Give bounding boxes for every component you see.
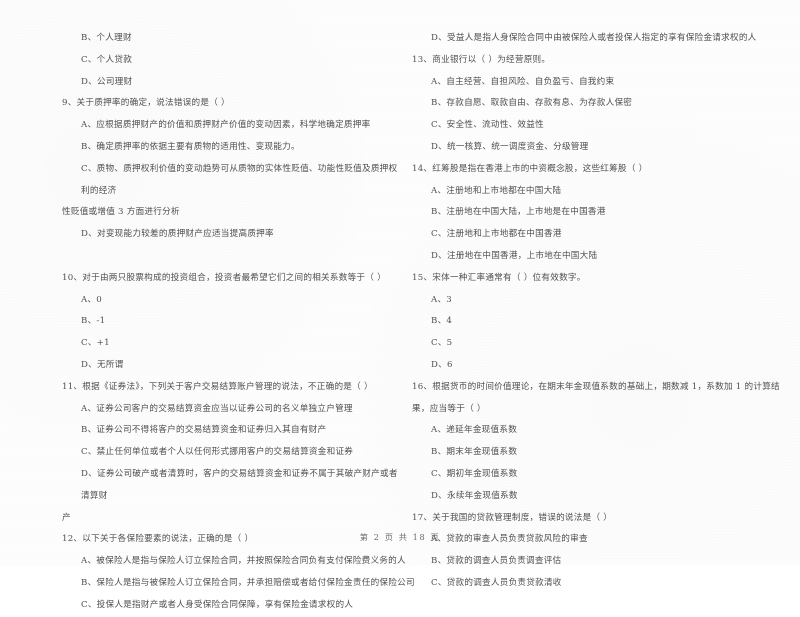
option-item: B、期末年金现值系数 — [431, 447, 518, 458]
document-page: B、个人理财 C、个人贷款 D、公司理财 9、关于质押率的确定，说法错误的是（ … — [0, 0, 800, 610]
option-item: C、+1 — [81, 338, 110, 349]
option-item: A、应根据质押财产的价值和质押财产价值的变动因素，科学地确定质押率 — [81, 120, 371, 131]
option-item: C、安全性、流动性、效益性 — [431, 120, 544, 131]
option-item: A、递延年金现值系数 — [431, 425, 518, 436]
option-item: D、6 — [431, 359, 453, 370]
right-column: D、受益人是指人身保险合同中由被保险人或者投保人指定的享有保险金请求权的人 13… — [400, 28, 800, 595]
option-item: B、确定质押率的依据主要有质物的适用性、变现能力。 — [81, 141, 300, 152]
option-item: A、注册地和上市地都在中国大陆 — [431, 185, 562, 196]
option-item: B、证券公司不得将客户的交易结算资金和证券归入其自有财产 — [81, 425, 327, 436]
option-text: D、证券公司破产或者清算时，客户的交易结算资金和证券不属于其破产财产或者清算财 — [81, 468, 398, 501]
option-item: C、禁止任何单位或者个人以任何形式挪用客户的交易结算资金和证券 — [81, 447, 354, 458]
option-item: C、5 — [431, 338, 453, 349]
option-item: A、证券公司客户的交易结算资金应当以证券公司的名义单独立户管理 — [81, 403, 353, 414]
option-item: B、个人理财 — [81, 33, 132, 43]
option-text-continuation: 产 — [62, 512, 71, 523]
page-footer: 第 2 页 共 18 页 — [359, 532, 441, 542]
question-17: 17、关于我国的贷款管理制度，错误的说法是（ ） A、贷款的审查人员负责贷款风险… — [412, 508, 756, 595]
option-item: D、受益人是指人身保险合同中由被保险人或者投保人指定的享有保险金请求权的人 — [431, 33, 757, 43]
question-stem: 11、根据《证券法》，下列关于客户交易结算账户管理的说法，不正确的是（ ） — [62, 381, 373, 392]
question-stem: 10、对于由两只股票构成的投资组合，投资者最希望它们之间的相关系数等于（ ） — [62, 272, 386, 283]
question-stem: 15、宋体一种汇率通常有（ ）位有效数字。 — [412, 272, 586, 283]
option-text: C、质物、质押权利价值的变动趋势可从质物的实体性贬值、功能性贬值及质押权利的经济 — [81, 163, 398, 196]
option-item: D、统一核算、统一调度资金、分级管理 — [431, 141, 589, 152]
option-item: C、期初年金现值系数 — [431, 468, 518, 479]
option-item: D、对变现能力较差的质押财产应适当提高质押率 — [81, 229, 274, 240]
question-9: 9、关于质押率的确定，说法错误的是（ ） A、应根据质押财产的价值和质押财产价值… — [62, 93, 398, 246]
left-column: B、个人理财 C、个人贷款 D、公司理财 9、关于质押率的确定，说法错误的是（ … — [0, 28, 415, 617]
option-item: D、无所谓 — [81, 359, 124, 370]
option-item: A、0 — [81, 294, 103, 305]
question-stem: 16、根据货币的时间价值理论，在期末年金现值系数的基础上，期数减 1，系数加 1… — [412, 381, 780, 392]
question-13: 13、商业银行以（ ）为经营原则。 A、自主经营、自担风险、自负盈亏、自我约束 … — [412, 50, 756, 159]
option-text-continuation: 性贬值或增值 3 方面进行分析 — [62, 207, 180, 218]
option-item: D、永续年金现值系数 — [431, 490, 518, 501]
option-item: B、-1 — [81, 316, 106, 327]
option-item: D、证券公司破产或者清算时，客户的交易结算资金和证券不属于其破产财产或者清算财 … — [62, 464, 398, 529]
question-16: 16、根据货币的时间价值理论，在期末年金现值系数的基础上，期数减 1，系数加 1… — [412, 377, 780, 508]
option-item: B、注册地在中国大陆，上市地是在中国香港 — [431, 207, 606, 218]
two-column-body: B、个人理财 C、个人贷款 D、公司理财 9、关于质押率的确定，说法错误的是（ … — [0, 28, 800, 617]
option-item: B、贷款的调查人员负责调查评估 — [431, 556, 562, 567]
question-stem: 14、红筹股是指在香港上市的中资概念股，这些红筹股（ ） — [412, 163, 648, 174]
question-14: 14、红筹股是指在香港上市的中资概念股，这些红筹股（ ） A、注册地和上市地都在… — [412, 159, 756, 268]
option-item: C、注册地和上市地都在中国香港 — [431, 229, 562, 240]
option-item: C、投保人是指财产或者人身受保险合同保障，享有保险金请求权的人 — [81, 599, 354, 610]
option-item: D、公司理财 — [81, 76, 133, 87]
question-stem: 9、关于质押率的确定，说法错误的是（ ） — [62, 98, 230, 109]
option-item: A、被保险人是指与保险人订立保险合同，并按照保险合同负有支付保险费义务的人 — [81, 556, 406, 567]
question-stem-continuation: 果，应当等于（ ） — [412, 403, 486, 414]
question-10: 10、对于由两只股票构成的投资组合，投资者最希望它们之间的相关系数等于（ ） A… — [62, 268, 398, 377]
option-item: B、存款自愿、取款自由、存款有息、为存款人保密 — [431, 98, 633, 109]
question-stem: 17、关于我国的贷款管理制度，错误的说法是（ ） — [412, 512, 613, 523]
option-item: C、质物、质押权利价值的变动趋势可从质物的实体性贬值、功能性贬值及质押权利的经济… — [62, 159, 398, 224]
option-item: D、注册地在中国香港，上市地在中国大陆 — [431, 250, 598, 261]
question-stem: 13、商业银行以（ ）为经营原则。 — [412, 54, 551, 65]
question-11: 11、根据《证券法》，下列关于客户交易结算账户管理的说法，不正确的是（ ） A、… — [62, 377, 398, 530]
option-item: B、4 — [431, 316, 453, 327]
option-item: C、个人贷款 — [81, 54, 133, 65]
option-item: B、保险人是指与被保险人订立保险合同，并承担赔偿或者给付保险金责任的保险公司 — [81, 577, 415, 588]
option-item: C、贷款的调查人员负责贷款清收 — [431, 577, 562, 588]
option-item: A、3 — [431, 294, 453, 305]
option-item: A、自主经营、自担风险、自负盈亏、自我约束 — [431, 76, 615, 87]
question-15: 15、宋体一种汇率通常有（ ）位有效数字。 A、3 B、4 C、5 D、6 — [412, 268, 756, 377]
